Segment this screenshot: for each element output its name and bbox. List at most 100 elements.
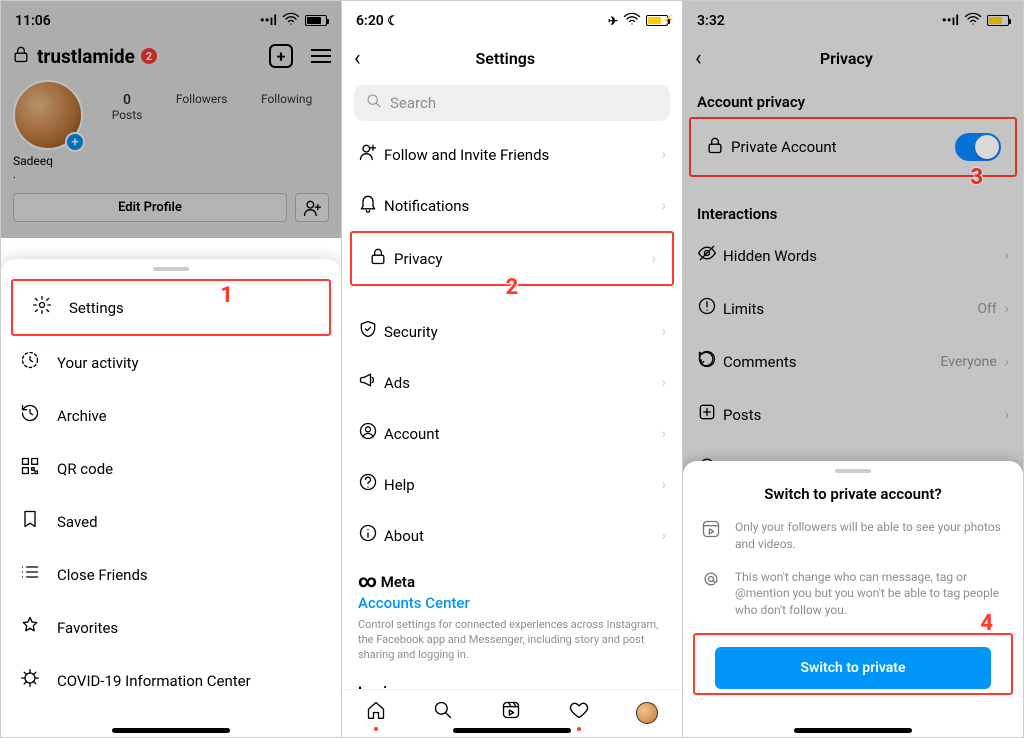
qrcode-icon — [19, 456, 41, 481]
tab-reels[interactable] — [501, 700, 521, 725]
comment-icon — [697, 349, 723, 374]
menu-button[interactable] — [311, 49, 331, 63]
wifi-icon — [963, 9, 983, 32]
home-indicator — [794, 728, 912, 733]
display-name: Sadeeq — [1, 150, 341, 168]
battery-icon — [305, 15, 327, 26]
tab-home[interactable] — [366, 700, 386, 725]
signal-icon: ••ıl — [260, 13, 277, 29]
clock-icon — [19, 350, 41, 375]
menu-label: Archive — [57, 407, 107, 425]
page-title: Privacy — [683, 49, 1011, 68]
status-time: 3:32 — [697, 13, 942, 29]
row-posts[interactable]: Posts › — [683, 388, 1023, 441]
at-icon — [701, 569, 721, 619]
menu-label: QR code — [57, 460, 113, 478]
hamburger-menu-sheet: Settings 1 Your activity Archive QR code… — [1, 259, 341, 737]
search-input[interactable]: Search — [354, 85, 670, 121]
accounts-center-link[interactable]: Accounts Center — [358, 592, 666, 618]
create-post-button[interactable]: + — [269, 44, 293, 68]
discover-people-button[interactable] — [295, 193, 329, 222]
help-icon — [358, 472, 384, 497]
switch-to-private-button[interactable]: Switch to private — [715, 647, 991, 689]
drag-handle[interactable] — [835, 469, 871, 473]
battery-charging-icon: ⚡ — [646, 15, 668, 26]
archive-icon — [19, 403, 41, 428]
shield-icon — [358, 319, 384, 344]
chevron-right-icon: › — [1005, 407, 1009, 423]
annotation-step-2: 2 — [506, 275, 519, 300]
chevron-right-icon: › — [652, 251, 656, 267]
settings-row-follow[interactable]: Follow and Invite Friends › — [342, 129, 682, 180]
settings-row-security[interactable]: Security › — [342, 306, 682, 357]
settings-row-notifications[interactable]: Notifications › — [342, 180, 682, 231]
plus-square-icon — [697, 402, 723, 427]
tab-profile[interactable] — [636, 702, 658, 724]
megaphone-icon — [358, 370, 384, 395]
username[interactable]: trustlamide — [37, 45, 135, 68]
lock-icon — [11, 44, 31, 68]
screen-settings: 6:20 ☾ ✈ ⚡ ‹ Settings Search Follow and … — [342, 1, 683, 737]
add-story-icon[interactable]: + — [65, 132, 85, 152]
menu-item-favorites[interactable]: Favorites — [1, 601, 341, 654]
settings-row-help[interactable]: Help › — [342, 459, 682, 510]
menu-item-close-friends[interactable]: Close Friends — [1, 548, 341, 601]
confirm-private-sheet: Switch to private account? Only your fol… — [683, 461, 1023, 737]
row-hidden-words[interactable]: Hidden Words › — [683, 229, 1023, 282]
menu-item-settings[interactable]: Settings — [11, 279, 331, 336]
bookmark-icon — [19, 509, 41, 534]
settings-row-account[interactable]: Account › — [342, 408, 682, 459]
gear-icon — [31, 295, 53, 320]
profile-stats[interactable]: 0Posts Followers Following — [95, 92, 329, 122]
menu-label: Your activity — [57, 354, 139, 372]
annotation-step-3: 3 — [970, 165, 983, 190]
chevron-right-icon: › — [662, 324, 666, 340]
menu-item-activity[interactable]: Your activity — [1, 336, 341, 389]
menu-item-covid[interactable]: COVID-19 Information Center — [1, 654, 341, 707]
menu-item-saved[interactable]: Saved — [1, 495, 341, 548]
menu-label: Settings — [69, 299, 124, 317]
drag-handle[interactable] — [153, 267, 189, 271]
settings-row-about[interactable]: About › — [342, 510, 682, 561]
search-icon — [366, 93, 382, 113]
battery-icon — [987, 15, 1009, 26]
chevron-right-icon: › — [662, 198, 666, 214]
row-private-account[interactable]: Private Account — [689, 117, 1017, 177]
tab-activity[interactable] — [569, 700, 589, 725]
status-time: 6:20 — [356, 13, 384, 29]
chevron-right-icon: › — [662, 528, 666, 544]
account-icon — [358, 421, 384, 446]
chevron-right-icon: › — [662, 426, 666, 442]
status-bar: 11:06 ••ıl — [1, 1, 341, 36]
status-bar: 6:20 ☾ ✈ ⚡ — [342, 1, 682, 36]
profile-background-dimmed: 11:06 ••ıl trustlamide 2 + — [1, 1, 341, 238]
wifi-icon — [622, 9, 642, 32]
notification-badge: 2 — [141, 48, 157, 64]
row-limits[interactable]: Limits Off › — [683, 282, 1023, 335]
reels-icon — [701, 519, 721, 553]
edit-profile-button[interactable]: Edit Profile — [13, 193, 287, 222]
menu-item-archive[interactable]: Archive — [1, 389, 341, 442]
meta-description: Control settings for connected experienc… — [358, 618, 666, 663]
chevron-right-icon: › — [1005, 301, 1009, 317]
dnd-icon: ☾ — [387, 14, 399, 29]
bell-icon — [358, 193, 384, 218]
meta-logo: ∞ Meta — [358, 571, 666, 592]
private-account-toggle[interactable] — [955, 133, 1001, 161]
settings-row-ads[interactable]: Ads › — [342, 357, 682, 408]
menu-label: Saved — [57, 513, 98, 531]
row-comments[interactable]: Comments Everyone › — [683, 335, 1023, 388]
home-indicator — [453, 728, 571, 733]
chevron-right-icon: › — [662, 477, 666, 493]
lock-icon — [705, 135, 731, 160]
screen-profile-menu: 11:06 ••ıl trustlamide 2 + — [1, 1, 342, 737]
annotation-step-4: 4 — [980, 611, 993, 636]
menu-label: Favorites — [57, 619, 118, 637]
avatar[interactable]: + — [13, 80, 83, 150]
alert-icon — [697, 296, 723, 321]
eye-off-icon — [697, 243, 723, 268]
meta-section: ∞ Meta Accounts Center Control settings … — [342, 561, 682, 669]
list-icon — [19, 562, 41, 587]
tab-search[interactable] — [433, 700, 453, 725]
menu-item-qrcode[interactable]: QR code — [1, 442, 341, 495]
